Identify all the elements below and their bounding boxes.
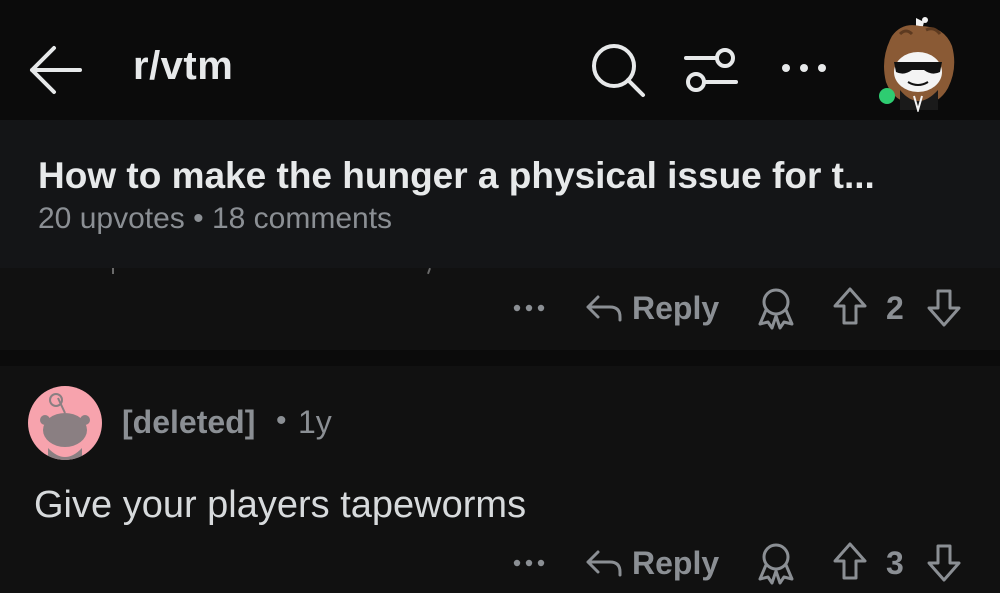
reply-label: Reply bbox=[632, 544, 720, 581]
snoo-icon bbox=[40, 393, 90, 460]
reply-label: Reply bbox=[632, 289, 720, 326]
comment-age: 1y bbox=[298, 404, 332, 440]
downvote-icon[interactable] bbox=[926, 288, 962, 328]
back-arrow-icon[interactable] bbox=[24, 38, 88, 102]
award-icon[interactable] bbox=[756, 286, 796, 330]
deleted-user-avatar[interactable] bbox=[28, 386, 102, 460]
comment-body: Give your players tapeworms bbox=[34, 484, 527, 526]
vote-score: 3 bbox=[886, 545, 904, 581]
meta-separator: • bbox=[276, 404, 287, 437]
reply-icon bbox=[586, 295, 622, 322]
reply-button[interactable]: Reply bbox=[584, 283, 719, 333]
comment-more-icon[interactable] bbox=[512, 557, 546, 569]
post-title[interactable]: How to make the hunger a physical issue … bbox=[38, 155, 875, 197]
filter-icon[interactable] bbox=[680, 40, 742, 100]
comment-divider bbox=[0, 350, 1000, 366]
upvote-icon[interactable] bbox=[832, 541, 868, 581]
search-icon[interactable] bbox=[588, 40, 648, 100]
reply-button[interactable]: Reply bbox=[584, 538, 719, 588]
reply-icon bbox=[586, 550, 622, 577]
post-meta: 20 upvotes • 18 comments bbox=[38, 202, 393, 235]
more-icon[interactable] bbox=[778, 56, 830, 80]
vote-score: 2 bbox=[886, 290, 904, 326]
subreddit-title[interactable]: r/vtm bbox=[133, 44, 233, 89]
award-icon[interactable] bbox=[756, 541, 796, 585]
downvote-icon[interactable] bbox=[926, 543, 962, 583]
user-avatar[interactable] bbox=[872, 16, 962, 112]
text-fragment bbox=[112, 268, 114, 274]
comment-author[interactable]: [deleted] bbox=[122, 404, 255, 441]
upvote-icon[interactable] bbox=[832, 286, 868, 326]
comment-more-icon[interactable] bbox=[512, 302, 546, 314]
